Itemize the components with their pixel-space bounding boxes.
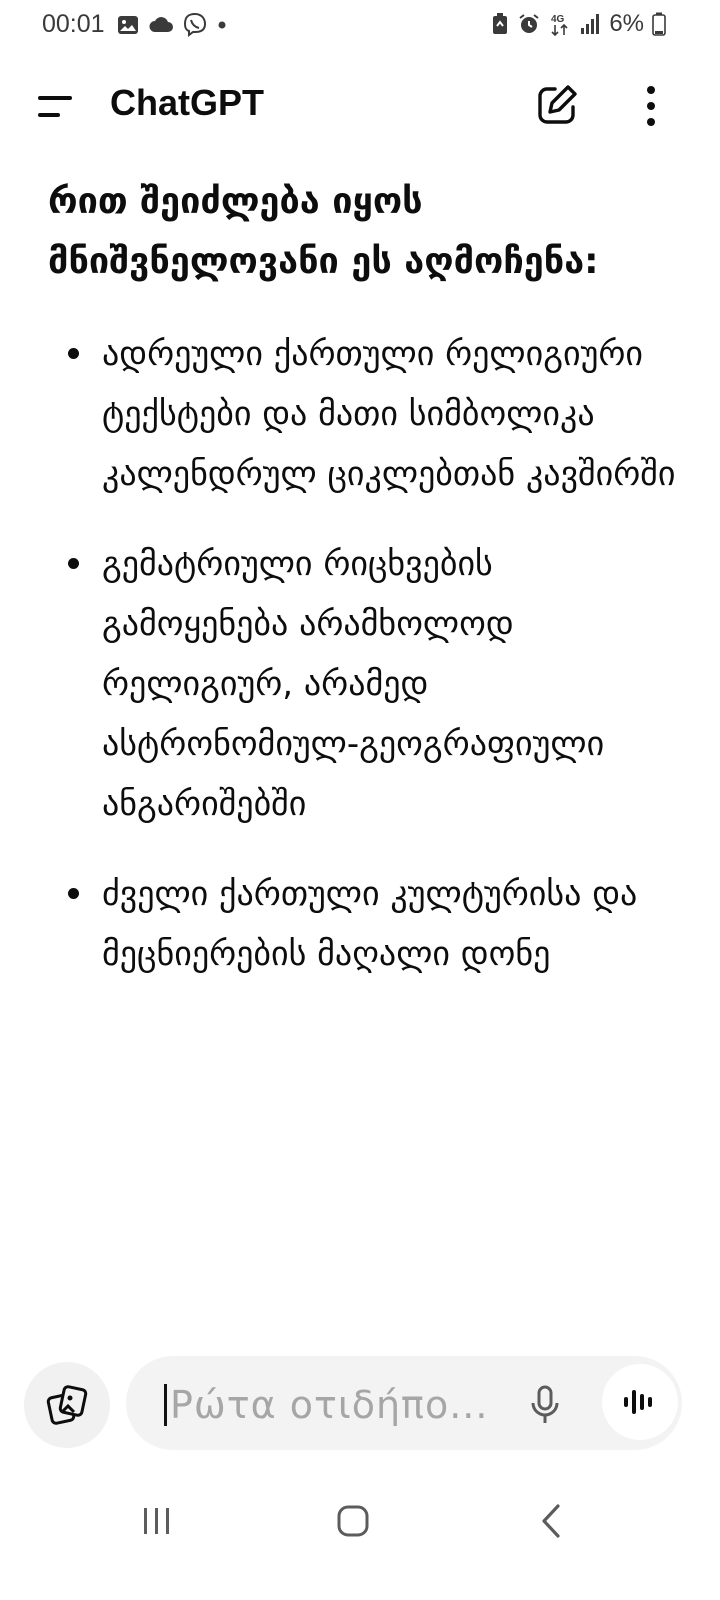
bullet-icon xyxy=(68,888,79,899)
back-icon xyxy=(542,1504,560,1538)
more-options-button[interactable] xyxy=(634,82,668,130)
svg-text:4G: 4G xyxy=(551,14,565,25)
system-nav-bar xyxy=(0,1480,720,1580)
bullet-icon xyxy=(68,558,79,569)
status-bar: 00:01 4G 6% xyxy=(0,0,720,56)
more-icon xyxy=(647,86,655,126)
status-time: 00:01 xyxy=(42,10,105,38)
viber-icon xyxy=(183,12,207,37)
signal-icon xyxy=(581,14,600,34)
attach-button[interactable] xyxy=(24,1362,110,1448)
4g-icon: 4G xyxy=(551,14,568,37)
menu-button[interactable] xyxy=(30,84,80,128)
app-bar: ChatGPT xyxy=(0,60,720,152)
assistant-message: რით შეიძლება იყოს მნიშვნელოვანი ეს აღმოჩ… xyxy=(48,172,688,1014)
battery-saver-icon xyxy=(493,13,508,34)
voice-mode-button[interactable] xyxy=(602,1364,678,1440)
message-input-container[interactable] xyxy=(126,1356,682,1450)
list-item: ძველი ქართული კულტურისა და მეცნიერების მ… xyxy=(48,864,688,984)
list-item: გემატრიული რიცხვების გამოყენება არამხოლო… xyxy=(48,534,688,834)
list-item-text: ადრეული ქართული რელიგიური ტექსტები და მა… xyxy=(102,334,676,494)
app-title: ChatGPT xyxy=(110,82,265,123)
list-item-text: ძველი ქართული კულტურისა და მეცნიერების მ… xyxy=(102,874,638,974)
alarm-icon xyxy=(519,14,539,33)
status-system-icons: 4G 6% xyxy=(491,10,666,38)
dictate-button[interactable] xyxy=(530,1384,560,1426)
recents-icon xyxy=(144,1508,169,1534)
battery-icon xyxy=(652,12,666,36)
voice-mode-icon xyxy=(624,1390,652,1414)
new-chat-icon xyxy=(538,85,577,124)
text-caret xyxy=(164,1384,167,1426)
home-icon xyxy=(337,1505,369,1537)
menu-icon xyxy=(38,96,72,117)
recents-button[interactable] xyxy=(140,1504,174,1538)
message-heading: რით შეიძლება იყოს მნიშვნელოვანი ეს აღმოჩ… xyxy=(48,181,599,282)
home-button[interactable] xyxy=(336,1504,370,1538)
back-button[interactable] xyxy=(536,1502,566,1540)
status-notification-icons xyxy=(116,12,228,38)
cloud-icon xyxy=(149,17,173,32)
list-item-text: გემატრიული რიცხვების გამოყენება არამხოლო… xyxy=(102,544,605,824)
composer xyxy=(0,1352,720,1452)
mic-icon xyxy=(531,1385,559,1423)
message-input[interactable] xyxy=(168,1380,502,1430)
battery-percent: 6% xyxy=(609,10,644,37)
bullet-icon xyxy=(68,348,79,359)
message-bullet-list: ადრეული ქართული რელიგიური ტექსტები და მა… xyxy=(48,324,688,984)
dot-icon xyxy=(218,21,226,29)
attach-icon xyxy=(46,1385,88,1425)
list-item: ადრეული ქართული რელიგიური ტექსტები და მა… xyxy=(48,324,688,504)
gallery-icon xyxy=(118,16,138,34)
new-chat-button[interactable] xyxy=(534,82,580,128)
